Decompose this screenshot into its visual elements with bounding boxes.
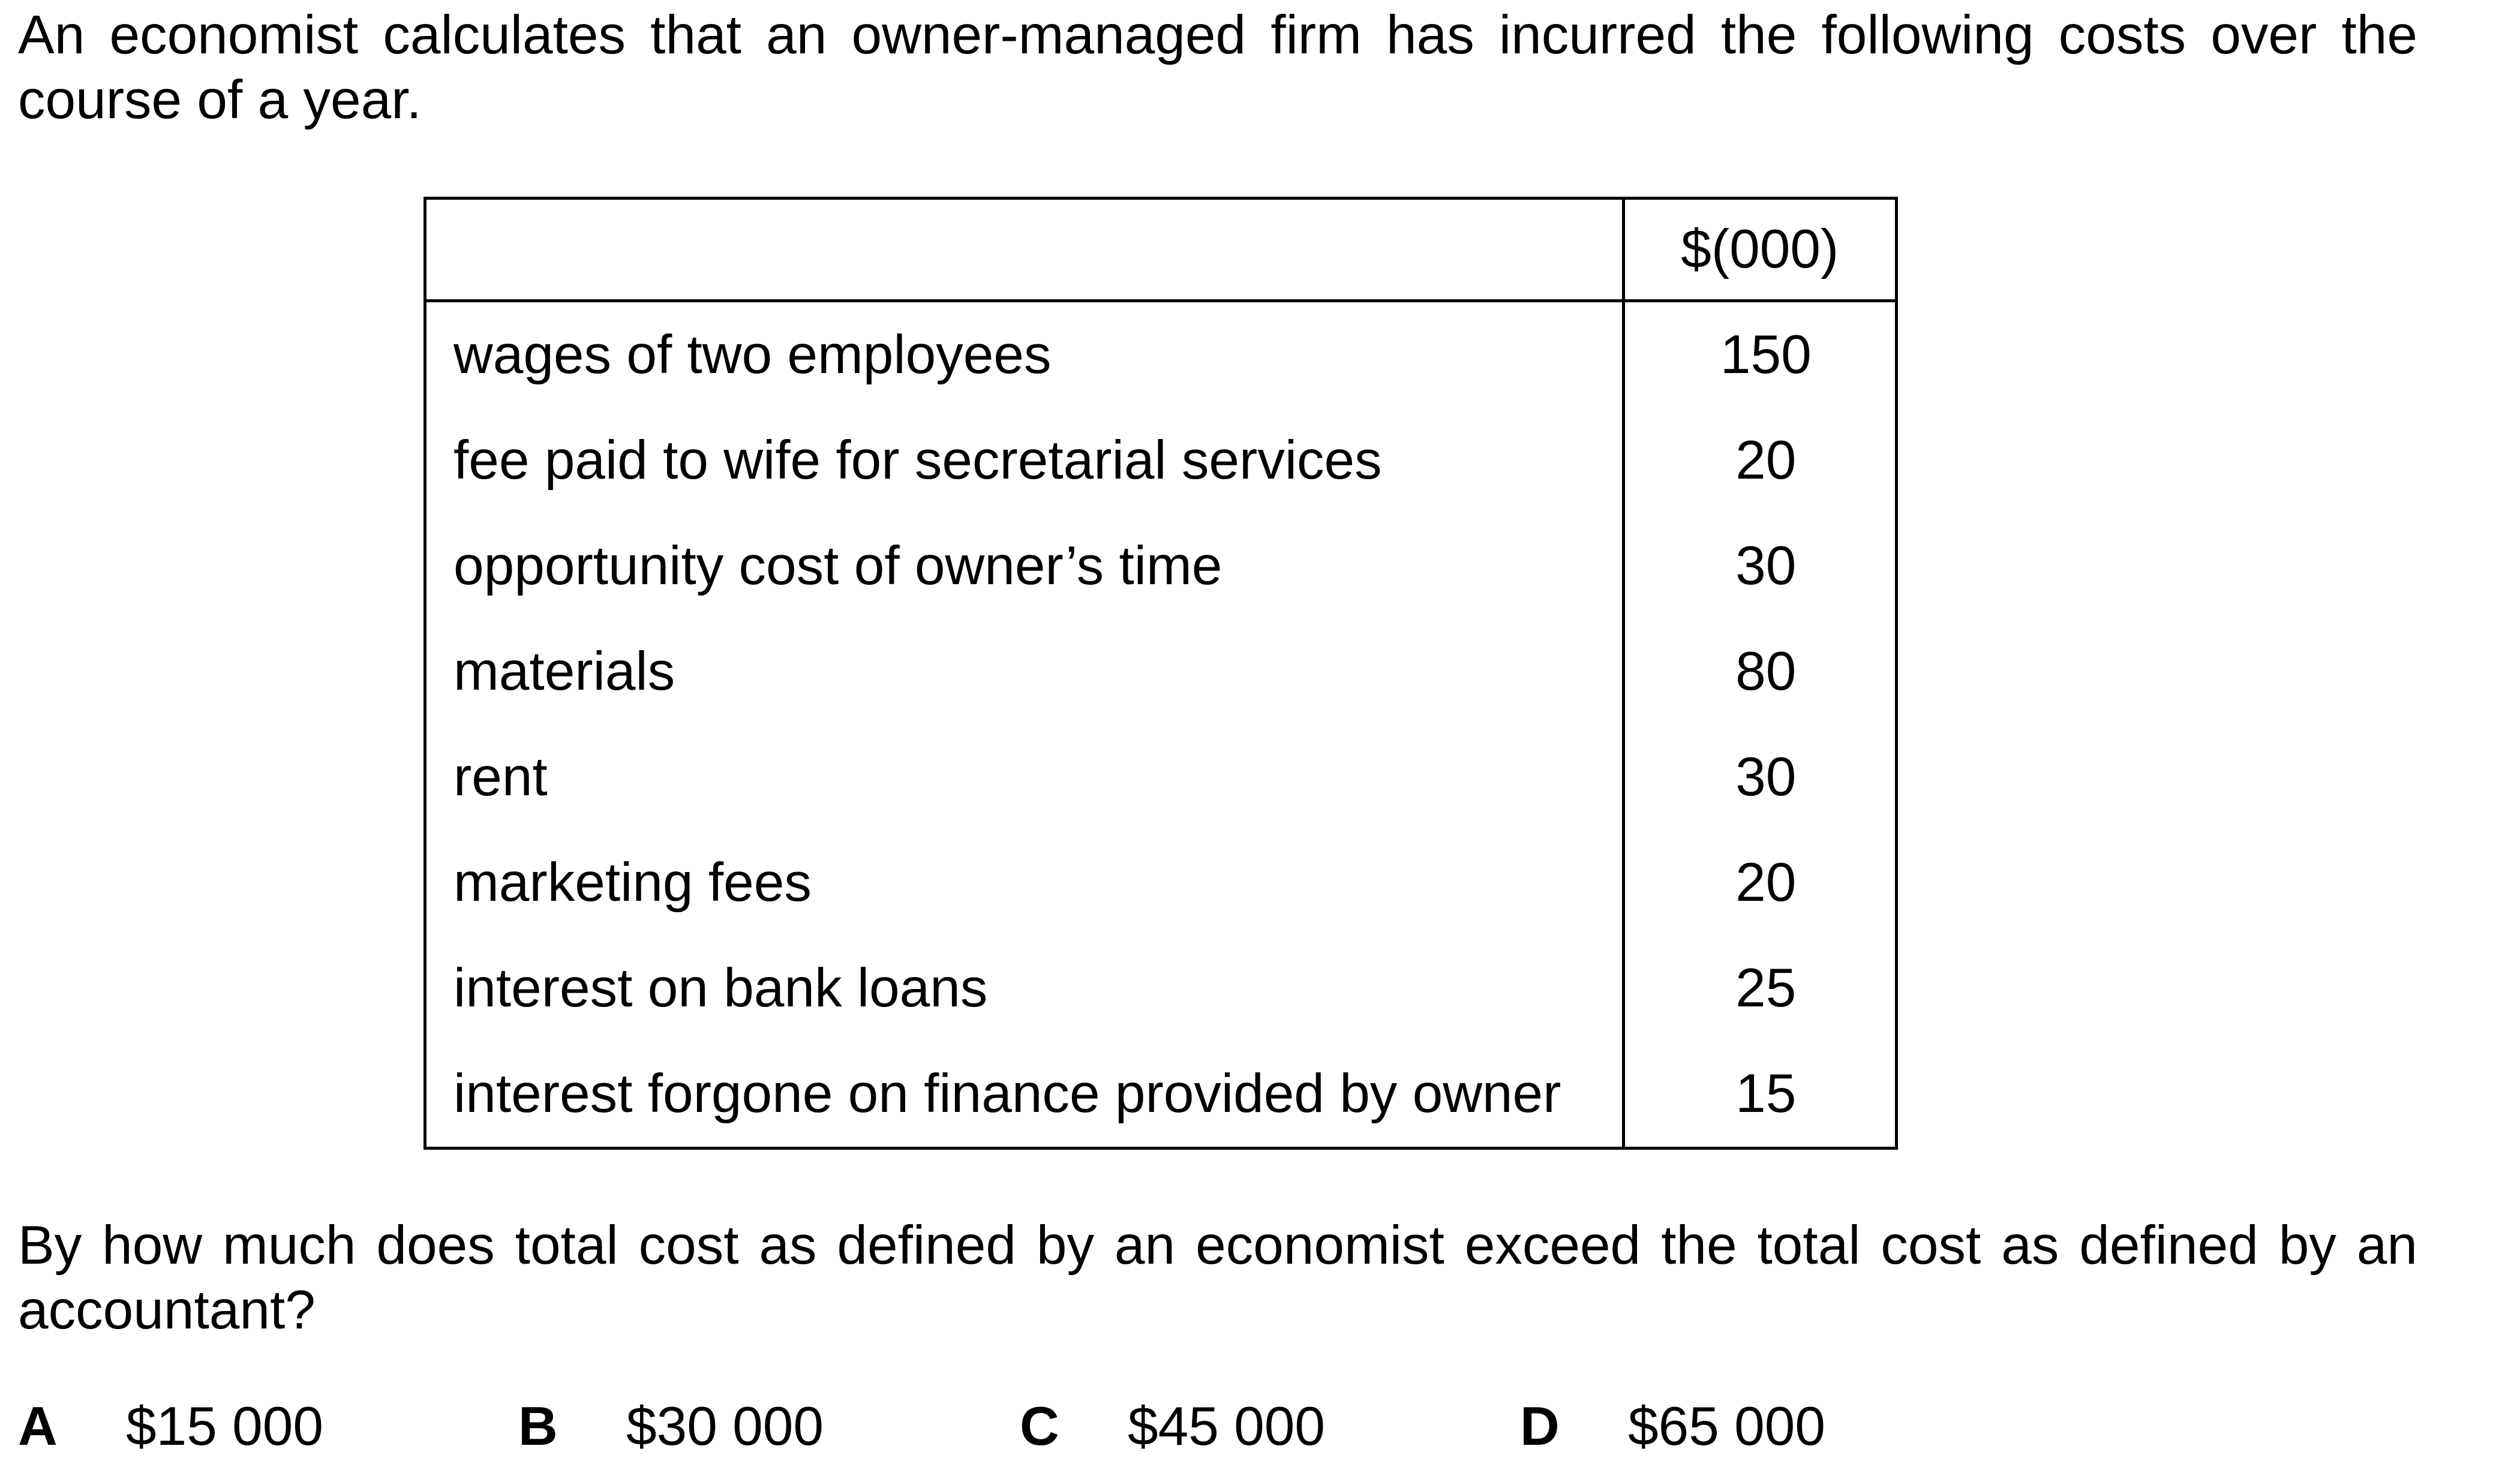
header-item (423, 197, 1625, 302)
cost-item: wages of two employees (423, 300, 1625, 408)
option-text: $30 000 (626, 1396, 824, 1457)
table-row: fee paid to wife for secretarial service… (423, 408, 1899, 513)
table-row: materials 80 (423, 619, 1899, 725)
option-letter: B (518, 1396, 558, 1457)
cost-item: marketing fees (423, 830, 1625, 936)
cost-value: 15 (1621, 1041, 1899, 1150)
cost-item: opportunity cost of owner’s time (423, 513, 1625, 619)
header-value-unit: $(000) (1621, 197, 1899, 302)
option-text: $65 000 (1628, 1396, 1825, 1457)
option-text: $45 000 (1128, 1396, 1325, 1457)
cost-item: rent (423, 725, 1625, 830)
cost-value: 20 (1621, 408, 1899, 513)
cost-value: 30 (1621, 513, 1899, 619)
table-row: wages of two employees 150 (423, 300, 1899, 408)
table-header-row: $(000) (423, 197, 1899, 302)
option-letter: D (1520, 1396, 1560, 1457)
cost-item: interest on bank loans (423, 936, 1625, 1041)
table-row: marketing fees 20 (423, 830, 1899, 936)
cost-value: 150 (1621, 300, 1899, 408)
cost-item: fee paid to wife for secretarial service… (423, 408, 1625, 513)
option-letter: A (18, 1396, 58, 1457)
question-text: By how much does total cost as defined b… (18, 1215, 2417, 1340)
cost-value: 25 (1621, 936, 1899, 1041)
option-letter: C (1020, 1396, 1059, 1457)
cost-value: 30 (1621, 725, 1899, 830)
cost-item: materials (423, 619, 1625, 725)
cost-table: $(000) wages of two employees 150 fee pa… (423, 197, 1899, 1150)
cost-value: 20 (1621, 830, 1899, 936)
cost-item: interest forgone on finance provided by … (423, 1041, 1625, 1150)
table-row: rent 30 (423, 725, 1899, 830)
cost-value: 80 (1621, 619, 1899, 725)
option-text: $15 000 (126, 1396, 323, 1457)
table-row: interest on bank loans 25 (423, 936, 1899, 1041)
table-row: interest forgone on finance provided by … (423, 1041, 1899, 1150)
question-stem: An economist calculates that an owner-ma… (18, 5, 2417, 130)
table-row: opportunity cost of owner’s time 30 (423, 513, 1899, 619)
